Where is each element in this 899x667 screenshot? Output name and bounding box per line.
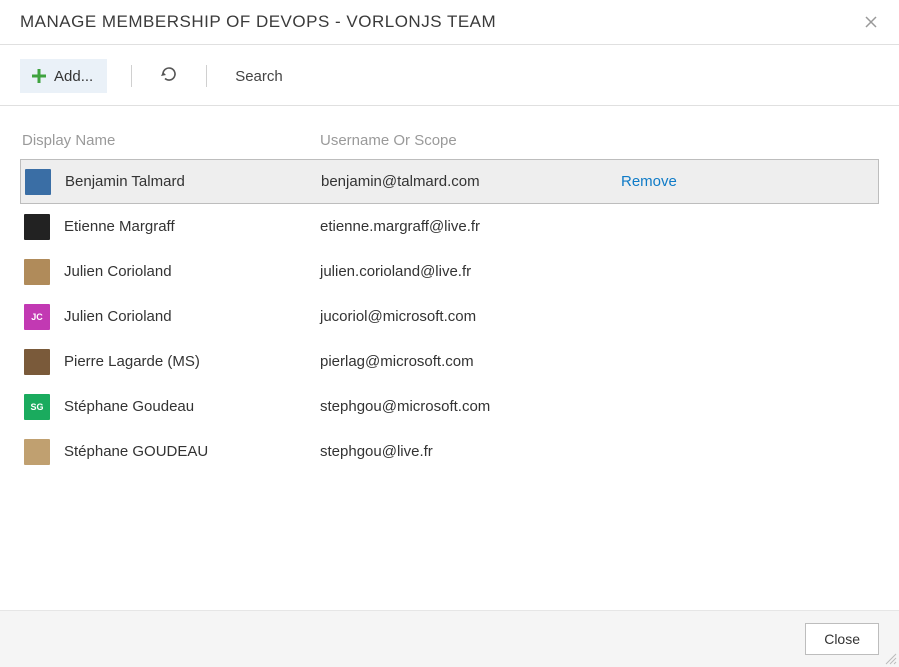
member-username: pierlag@microsoft.com [320, 353, 620, 370]
members-table: Display Name Username Or Scope Benjamin … [0, 106, 899, 474]
add-label: Add... [54, 68, 93, 85]
refresh-button[interactable] [156, 63, 182, 89]
table-row[interactable]: Julien Coriolandjulien.corioland@live.fr [20, 249, 879, 294]
member-username: benjamin@talmard.com [321, 173, 621, 190]
table-row[interactable]: SG Stéphane Goudeaustephgou@microsoft.com [20, 384, 879, 429]
member-username: etienne.margraff@live.fr [320, 218, 620, 235]
avatar [24, 214, 50, 240]
close-icon[interactable] [859, 10, 883, 34]
table-row[interactable]: Pierre Lagarde (MS)pierlag@microsoft.com [20, 339, 879, 384]
table-row[interactable]: Stéphane GOUDEAUstephgou@live.fr [20, 429, 879, 474]
resize-grip-icon[interactable] [883, 651, 897, 665]
member-name: Benjamin Talmard [65, 173, 321, 190]
avatar [24, 349, 50, 375]
toolbar-separator [206, 65, 207, 87]
avatar [25, 169, 51, 195]
member-username: julien.corioland@live.fr [320, 263, 620, 280]
close-button[interactable]: Close [805, 623, 879, 655]
add-button[interactable]: Add... [20, 59, 107, 93]
member-name: Stéphane Goudeau [64, 398, 320, 415]
member-name: Pierre Lagarde (MS) [64, 353, 320, 370]
plus-icon [30, 67, 48, 85]
member-name: Stéphane GOUDEAU [64, 443, 320, 460]
member-username: stephgou@live.fr [320, 443, 620, 460]
member-name: Julien Corioland [64, 263, 320, 280]
refresh-icon [160, 65, 178, 88]
remove-link[interactable]: Remove [621, 173, 677, 190]
member-username: stephgou@microsoft.com [320, 398, 620, 415]
avatar [24, 259, 50, 285]
search-button[interactable]: Search [235, 68, 283, 85]
table-row[interactable]: JC Julien Coriolandjucoriol@microsoft.com [20, 294, 879, 339]
avatar [24, 439, 50, 465]
table-header: Display Name Username Or Scope [20, 118, 879, 159]
dialog-footer: Close [0, 610, 899, 667]
table-body: Benjamin Talmardbenjamin@talmard.comRemo… [20, 159, 879, 474]
table-row[interactable]: Benjamin Talmardbenjamin@talmard.comRemo… [20, 159, 879, 204]
table-row[interactable]: Etienne Margraffetienne.margraff@live.fr [20, 204, 879, 249]
avatar: JC [24, 304, 50, 330]
column-header-display-name[interactable]: Display Name [20, 132, 320, 149]
toolbar-separator [131, 65, 132, 87]
dialog-title: MANAGE MEMBERSHIP OF DEVOPS - VORLONJS T… [20, 12, 496, 32]
dialog-header: MANAGE MEMBERSHIP OF DEVOPS - VORLONJS T… [0, 0, 899, 45]
member-username: jucoriol@microsoft.com [320, 308, 620, 325]
column-header-username[interactable]: Username Or Scope [320, 132, 620, 149]
member-name: Etienne Margraff [64, 218, 320, 235]
toolbar: Add... Search [0, 45, 899, 106]
avatar: SG [24, 394, 50, 420]
member-name: Julien Corioland [64, 308, 320, 325]
